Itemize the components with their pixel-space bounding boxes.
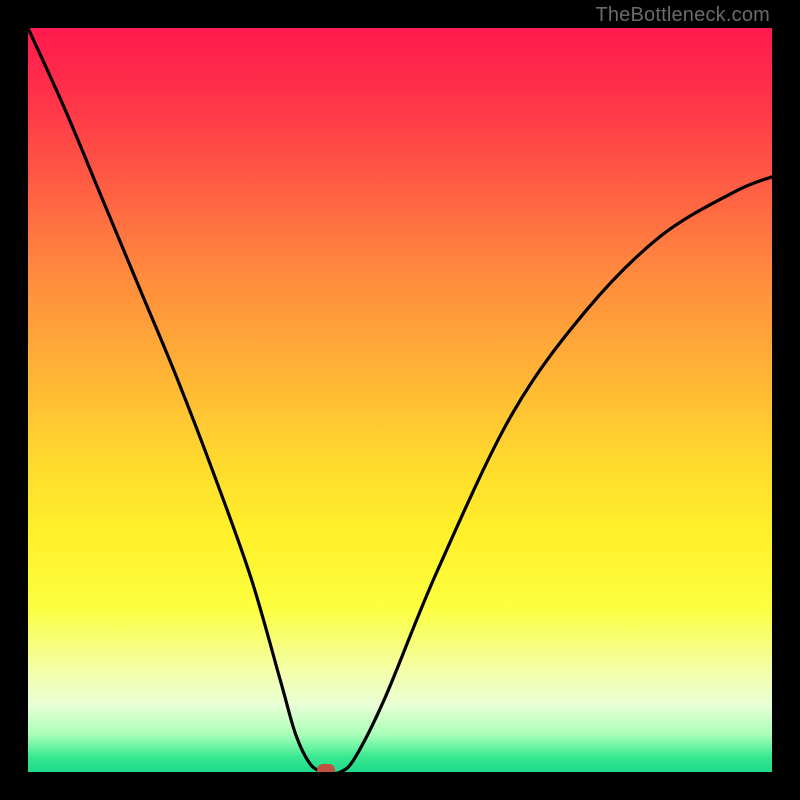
plot-area <box>28 28 772 772</box>
curve-path <box>28 28 772 772</box>
optimal-point-marker <box>317 764 335 772</box>
chart-frame: TheBottleneck.com <box>0 0 800 800</box>
bottleneck-curve <box>28 28 772 772</box>
watermark-text: TheBottleneck.com <box>595 4 770 27</box>
